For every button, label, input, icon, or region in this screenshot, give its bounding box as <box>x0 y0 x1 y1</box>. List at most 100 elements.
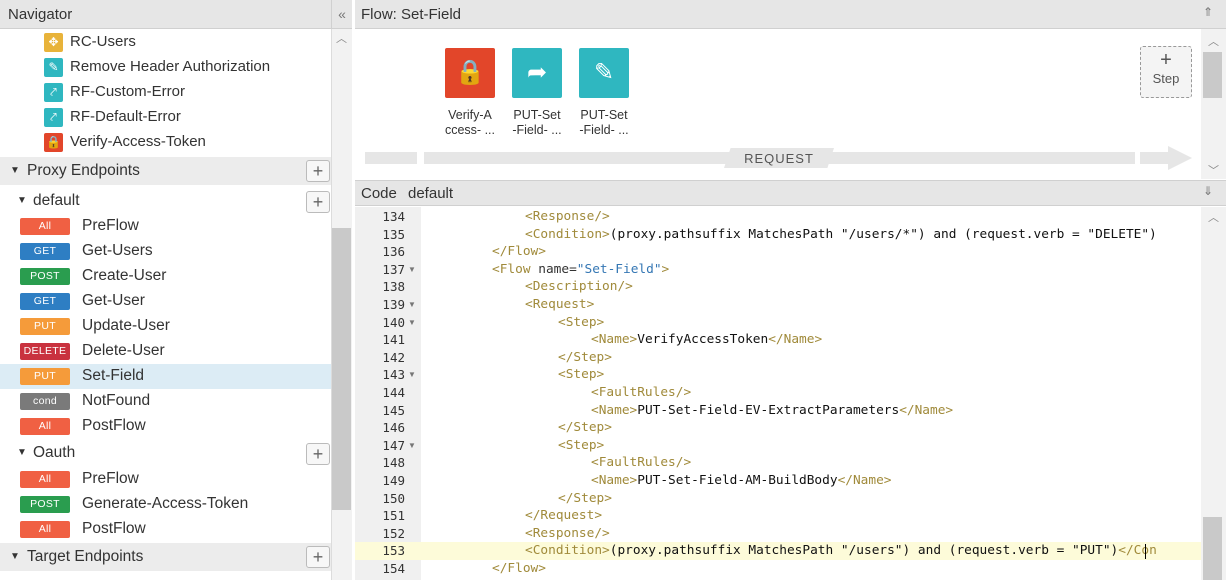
response-cache-icon: ✥ <box>44 33 63 52</box>
method-badge: POST <box>20 268 70 285</box>
line-number: 135 <box>382 226 405 242</box>
code-line[interactable]: <Step> <box>558 367 604 382</box>
method-badge: PUT <box>20 368 70 385</box>
policy-item[interactable]: ✥ RC-Users <box>0 30 331 55</box>
proxy-endpoints-section[interactable]: ▼ Proxy Endpoints + <box>0 157 331 185</box>
code-line[interactable]: <Condition>(proxy.pathsuffix MatchesPath… <box>525 227 1157 242</box>
fold-arrow-icon[interactable]: ▼ <box>408 441 416 450</box>
code-scroll-thumb[interactable] <box>1203 517 1222 580</box>
flow-item[interactable]: PUT Set-Field <box>0 364 331 389</box>
add-flow-button[interactable]: + <box>306 191 330 213</box>
line-number: 136 <box>382 244 405 260</box>
add-step-button[interactable]: + Step <box>1140 46 1192 98</box>
code-line[interactable]: <Condition>(proxy.pathsuffix MatchesPath… <box>525 543 1157 558</box>
flow-item[interactable]: All PostFlow <box>0 517 331 542</box>
code-line[interactable]: <Request> <box>525 297 594 312</box>
flow-step[interactable]: ✎ PUT-Set -Field- ... <box>569 48 639 143</box>
request-arrow-head-icon <box>1168 146 1192 170</box>
scroll-down-icon[interactable]: ﹀ <box>1201 162 1226 178</box>
flow-scroll-thumb[interactable] <box>1203 52 1222 98</box>
fold-arrow-icon[interactable]: ▼ <box>408 265 416 274</box>
expand-triangle-icon[interactable]: ▼ <box>10 165 20 176</box>
target-endpoints-section-label: Target Endpoints <box>27 548 144 565</box>
fold-arrow-icon[interactable]: ▼ <box>408 370 416 379</box>
fold-arrow-icon[interactable]: ▼ <box>408 318 416 327</box>
add-step-label: Step <box>1152 71 1180 86</box>
code-line[interactable]: <Name>PUT-Set-Field-AM-BuildBody</Name> <box>591 473 892 488</box>
code-line[interactable]: <Description/> <box>525 279 633 294</box>
collapse-up-icon[interactable]: ⇑ <box>1199 5 1217 23</box>
policy-item[interactable]: ⤤ RF-Default-Error <box>0 105 331 130</box>
line-number: 143 <box>382 367 405 383</box>
collapse-down-icon[interactable]: ⇓ <box>1199 184 1217 198</box>
flow-header <box>355 0 1226 29</box>
code-line[interactable]: </Flow> <box>492 561 546 576</box>
code-line[interactable]: <Step> <box>558 315 604 330</box>
policy-item[interactable]: ✎ Remove Header Authorization <box>0 55 331 80</box>
flow-item[interactable]: PUT Update-User <box>0 314 331 339</box>
flow-item[interactable]: POST Create-User <box>0 264 331 289</box>
flow-item[interactable]: DELETE Delete-User <box>0 339 331 364</box>
flow-label: PostFlow <box>82 417 146 434</box>
code-line[interactable]: <FaultRules/> <box>591 455 691 470</box>
flow-label: NotFound <box>82 392 151 409</box>
code-line[interactable]: </Step> <box>558 350 612 365</box>
flow-item[interactable]: GET Get-User <box>0 289 331 314</box>
line-number: 148 <box>382 455 405 471</box>
flow-item[interactable]: GET Get-Users <box>0 239 331 264</box>
flow-label: Set-Field <box>82 367 145 384</box>
expand-triangle-icon[interactable]: ▼ <box>10 551 20 562</box>
add-button[interactable]: + <box>306 546 330 568</box>
collapse-left-icon[interactable]: « <box>331 0 352 29</box>
line-number: 141 <box>382 332 405 348</box>
step-label-line1: Verify-A <box>448 108 492 122</box>
code-line[interactable]: <FaultRules/> <box>591 385 691 400</box>
add-flow-button[interactable]: + <box>306 443 330 465</box>
code-line[interactable]: <Name>VerifyAccessToken</Name> <box>591 332 822 347</box>
flow-item[interactable]: cond NotFound <box>0 389 331 414</box>
expand-triangle-icon[interactable]: ▼ <box>17 447 27 458</box>
code-line[interactable]: <Response/> <box>525 209 610 224</box>
scroll-up-icon[interactable]: ︿ <box>1201 209 1226 225</box>
flow-item[interactable]: All PreFlow <box>0 214 331 239</box>
flow-item[interactable]: All PreFlow <box>0 467 331 492</box>
flow-label: PreFlow <box>82 470 139 487</box>
navigator-title: Navigator <box>8 6 73 23</box>
code-line[interactable]: <Flow name="Set-Field"> <box>492 262 669 277</box>
flow-item[interactable]: POST Generate-Access-Token <box>0 492 331 517</box>
code-line[interactable]: </Request> <box>525 508 602 523</box>
flow-label: Delete-User <box>82 342 165 359</box>
code-line[interactable]: <Response/> <box>525 526 610 541</box>
flow-label: Create-User <box>82 267 167 284</box>
flow-step[interactable]: 🔒 Verify-A ccess- ... <box>435 48 505 143</box>
code-line[interactable]: <Name>PUT-Set-Field-EV-ExtractParameters… <box>591 403 953 418</box>
flow-item[interactable]: All PostFlow <box>0 414 331 439</box>
line-number: 152 <box>382 525 405 541</box>
policy-label: RF-Custom-Error <box>70 83 185 100</box>
flow-label: Generate-Access-Token <box>82 495 249 512</box>
scroll-up-icon[interactable]: ︿ <box>1201 33 1226 49</box>
code-line[interactable]: </Step> <box>558 420 612 435</box>
default-endpoint-label: default <box>33 192 80 209</box>
policy-item[interactable]: 🔒 Verify-Access-Token <box>0 130 331 155</box>
step-label-line2: -Field- ... <box>512 123 562 137</box>
fold-arrow-icon[interactable]: ▼ <box>408 300 416 309</box>
method-badge: POST <box>20 496 70 513</box>
scroll-up-icon[interactable]: ︿ <box>331 30 352 46</box>
flow-label: PostFlow <box>82 520 146 537</box>
code-line[interactable]: </Step> <box>558 491 612 506</box>
code-line[interactable]: </Flow> <box>492 244 546 259</box>
policy-label: RF-Default-Error <box>70 108 181 125</box>
navigator-scroll-thumb[interactable] <box>332 228 351 510</box>
code-line[interactable]: <Step> <box>558 438 604 453</box>
method-badge: DELETE <box>20 343 70 360</box>
flow-label: Get-User <box>82 292 145 309</box>
expand-triangle-icon[interactable]: ▼ <box>17 195 27 206</box>
flow-step[interactable]: ➦ PUT-Set -Field- ... <box>502 48 572 143</box>
default-endpoint[interactable]: ▼ default + <box>0 188 331 214</box>
add-button[interactable]: + <box>306 160 330 182</box>
target-endpoints-section[interactable]: ▼ Target Endpoints + <box>0 543 331 571</box>
policy-item[interactable]: ⤤ RF-Custom-Error <box>0 80 331 105</box>
oauth-endpoint[interactable]: ▼ Oauth + <box>0 440 331 466</box>
oauth-endpoint-label: Oauth <box>33 444 76 461</box>
